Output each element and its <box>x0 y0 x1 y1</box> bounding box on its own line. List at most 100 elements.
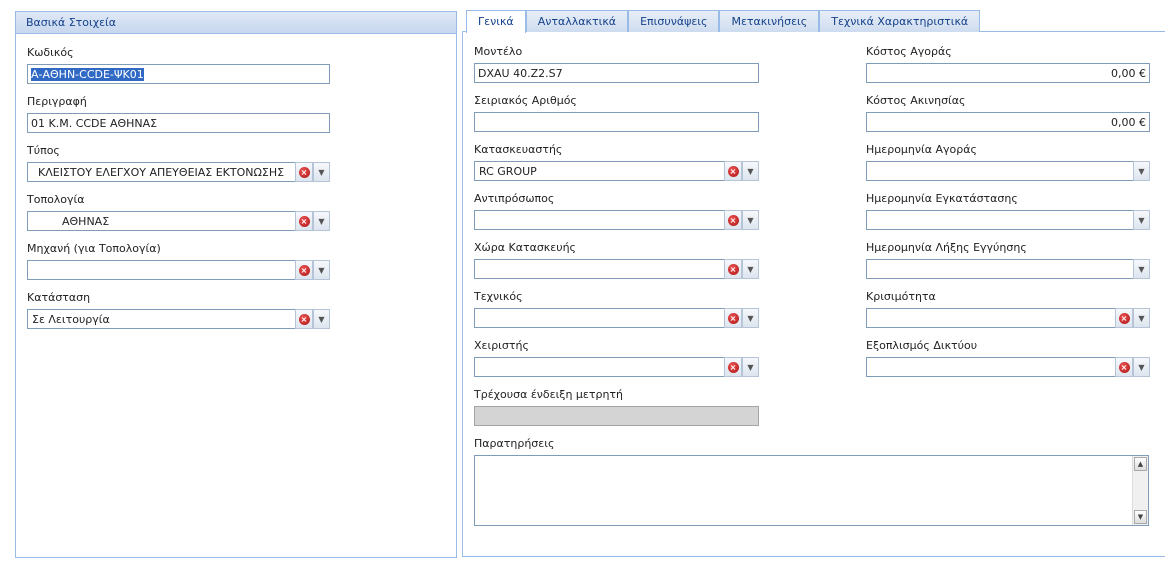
tab-attachments[interactable]: Επισυνάψεις <box>628 10 720 32</box>
tab-spare-parts[interactable]: Ανταλλακτικά <box>525 10 629 32</box>
tab-movements[interactable]: Μετακινήσεις <box>719 10 820 32</box>
country-dropdown-button[interactable]: ▼ <box>742 259 759 279</box>
tab-strip: Γενικά Ανταλλακτικά Επισυνάψεις Μετακινή… <box>466 10 981 33</box>
status-value: Σε Λειτουργία <box>32 313 110 326</box>
criticality-dropdown-button[interactable]: ▼ <box>1133 308 1150 328</box>
description-input[interactable]: 01 Κ.Μ. CCDE ΑΘΗΝΑΣ <box>27 113 330 133</box>
machine-value <box>28 261 293 279</box>
operator-value <box>475 358 722 376</box>
model-input[interactable]: DXAU 40.Z2.S7 <box>474 63 759 83</box>
chevron-down-icon: ▼ <box>747 215 754 225</box>
purchase-date-label: Ημερομηνία Αγοράς <box>866 143 977 156</box>
operator-clear-button[interactable]: × <box>724 357 742 377</box>
clear-icon: × <box>1118 361 1130 373</box>
clear-icon: × <box>727 214 739 226</box>
warranty-date-picker[interactable]: ▼ <box>866 259 1150 279</box>
tab-general[interactable]: Γενικά <box>466 10 526 33</box>
machine-combo[interactable]: × ▼ <box>27 260 330 280</box>
clear-icon: × <box>727 361 739 373</box>
tab-technical-specs[interactable]: Τεχνικά Χαρακτηριστικά <box>819 10 981 32</box>
manufacturer-dropdown-button[interactable]: ▼ <box>742 161 759 181</box>
purchase-date-picker[interactable]: ▼ <box>866 161 1150 181</box>
chevron-down-icon: ▼ <box>1138 313 1145 323</box>
clear-icon: × <box>727 312 739 324</box>
chevron-down-icon: ▼ <box>747 313 754 323</box>
notes-textarea[interactable]: ▲ ▼ <box>474 455 1149 526</box>
machine-label: Μηχανή (για Τοπολογία) <box>27 242 161 255</box>
notes-scrollbar[interactable]: ▲ ▼ <box>1132 456 1148 525</box>
criticality-label: Κρισιμότητα <box>866 290 936 303</box>
manufacturer-combo[interactable]: RC GROUP × ▼ <box>474 161 759 181</box>
clear-icon: × <box>298 313 310 325</box>
representative-combo[interactable]: × ▼ <box>474 210 759 230</box>
type-combo[interactable]: ΚΛΕΙΣΤΟΥ ΕΛΕΓΧΟΥ ΑΠΕΥΘΕΙΑΣ ΕΚΤΟΝΩΣΗΣ × ▼ <box>27 162 330 182</box>
clear-icon: × <box>298 264 310 276</box>
meter-input <box>474 406 759 426</box>
network-clear-button[interactable]: × <box>1115 357 1133 377</box>
topology-value: ΑΘΗΝΑΣ <box>62 215 110 228</box>
serial-input[interactable] <box>474 112 759 132</box>
status-combo[interactable]: Σε Λειτουργία × ▼ <box>27 309 330 329</box>
operator-dropdown-button[interactable]: ▼ <box>742 357 759 377</box>
criticality-combo[interactable]: × ▼ <box>866 308 1150 328</box>
code-input[interactable]: Α-ΑΘΗΝ-CCDE-ΨΚ01 <box>27 64 330 84</box>
network-combo[interactable]: × ▼ <box>866 357 1150 377</box>
machine-clear-button[interactable]: × <box>295 260 313 280</box>
chevron-down-icon: ▼ <box>1138 264 1145 274</box>
chevron-down-icon: ▼ <box>1138 215 1145 225</box>
representative-clear-button[interactable]: × <box>724 210 742 230</box>
criticality-value <box>867 309 1113 327</box>
network-label: Εξοπλισμός Δικτύου <box>866 339 978 352</box>
clear-icon: × <box>298 166 310 178</box>
network-dropdown-button[interactable]: ▼ <box>1133 357 1150 377</box>
representative-dropdown-button[interactable]: ▼ <box>742 210 759 230</box>
model-label: Μοντέλο <box>474 45 523 58</box>
technician-clear-button[interactable]: × <box>724 308 742 328</box>
serial-label: Σειριακός Αριθμός <box>474 94 577 107</box>
criticality-clear-button[interactable]: × <box>1115 308 1133 328</box>
chevron-down-icon: ▼ <box>1138 362 1145 372</box>
install-date-dropdown-button[interactable]: ▼ <box>1133 210 1150 230</box>
clear-icon: × <box>727 263 739 275</box>
type-value: ΚΛΕΙΣΤΟΥ ΕΛΕΓΧΟΥ ΑΠΕΥΘΕΙΑΣ ΕΚΤΟΝΩΣΗΣ <box>38 166 285 179</box>
warranty-date-value <box>867 260 1131 278</box>
basic-info-panel: Βασικά Στοιχεία <box>15 11 457 558</box>
country-label: Χώρα Κατασκευής <box>474 241 577 254</box>
type-dropdown-button[interactable]: ▼ <box>313 162 330 182</box>
technician-value <box>475 309 722 327</box>
machine-dropdown-button[interactable]: ▼ <box>313 260 330 280</box>
clear-icon: × <box>727 165 739 177</box>
panel-header: Βασικά Στοιχεία <box>16 12 456 34</box>
idle-cost-input[interactable]: 0,00 € <box>866 112 1150 132</box>
scroll-up-icon[interactable]: ▲ <box>1134 457 1147 471</box>
status-dropdown-button[interactable]: ▼ <box>313 309 330 329</box>
chevron-down-icon: ▼ <box>318 314 325 324</box>
technician-combo[interactable]: × ▼ <box>474 308 759 328</box>
topology-combo[interactable]: ΑΘΗΝΑΣ × ▼ <box>27 211 330 231</box>
chevron-down-icon: ▼ <box>747 166 754 176</box>
manufacturer-value: RC GROUP <box>479 165 537 178</box>
topology-dropdown-button[interactable]: ▼ <box>313 211 330 231</box>
scroll-down-icon[interactable]: ▼ <box>1134 510 1147 524</box>
chevron-down-icon: ▼ <box>1138 166 1145 176</box>
code-label: Κωδικός <box>27 46 74 59</box>
chevron-down-icon: ▼ <box>318 167 325 177</box>
install-date-picker[interactable]: ▼ <box>866 210 1150 230</box>
technician-label: Τεχνικός <box>474 290 523 303</box>
country-combo[interactable]: × ▼ <box>474 259 759 279</box>
purchase-cost-input[interactable]: 0,00 € <box>866 63 1150 83</box>
technician-dropdown-button[interactable]: ▼ <box>742 308 759 328</box>
type-clear-button[interactable]: × <box>295 162 313 182</box>
clear-icon: × <box>298 215 310 227</box>
representative-label: Αντιπρόσωπος <box>474 192 555 205</box>
country-clear-button[interactable]: × <box>724 259 742 279</box>
warranty-date-dropdown-button[interactable]: ▼ <box>1133 259 1150 279</box>
install-date-label: Ημερομηνία Εγκατάστασης <box>866 192 1018 205</box>
representative-value <box>475 211 722 229</box>
purchase-date-dropdown-button[interactable]: ▼ <box>1133 161 1150 181</box>
topology-clear-button[interactable]: × <box>295 211 313 231</box>
manufacturer-label: Κατασκευαστής <box>474 143 563 156</box>
manufacturer-clear-button[interactable]: × <box>724 161 742 181</box>
operator-combo[interactable]: × ▼ <box>474 357 759 377</box>
status-clear-button[interactable]: × <box>295 309 313 329</box>
